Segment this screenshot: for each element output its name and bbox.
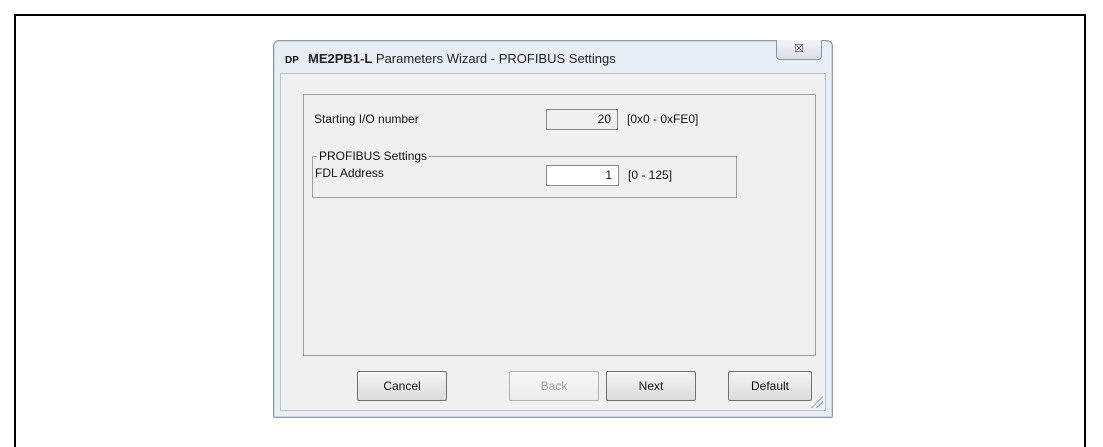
app-icon: DP xyxy=(285,55,299,66)
default-button[interactable]: Default xyxy=(728,371,812,401)
fdl-address-input[interactable]: 1 xyxy=(546,165,619,186)
starting-io-range: [0x0 - 0xFE0] xyxy=(627,112,699,126)
starting-io-label: Starting I/O number xyxy=(314,112,419,126)
window-title: ME2PB1-L Parameters Wizard - PROFIBUS Se… xyxy=(308,51,616,66)
starting-io-field: 20 xyxy=(546,109,618,130)
profibus-settings-group: PROFIBUS Settings FDL Address 1 [0 - 125… xyxy=(312,149,737,198)
close-button[interactable]: ☒ xyxy=(776,40,822,60)
group-title: PROFIBUS Settings xyxy=(317,149,430,163)
close-icon: ☒ xyxy=(794,43,804,55)
resize-grip-icon[interactable] xyxy=(811,396,823,408)
next-button[interactable]: Next xyxy=(606,371,696,401)
wizard-window: DP ME2PB1-L Parameters Wizard - PROFIBUS… xyxy=(273,40,833,418)
client-area: Starting I/O number 20 [0x0 - 0xFE0] PRO… xyxy=(280,73,826,411)
cancel-button[interactable]: Cancel xyxy=(357,371,447,401)
title-model: ME2PB1-L xyxy=(308,51,373,66)
fdl-address-label: FDL Address xyxy=(315,166,384,180)
settings-panel: Starting I/O number 20 [0x0 - 0xFE0] PRO… xyxy=(303,94,816,356)
back-button[interactable]: Back xyxy=(509,371,599,401)
fdl-address-range: [0 - 125] xyxy=(628,168,673,182)
title-text: Parameters Wizard - PROFIBUS Settings xyxy=(372,51,616,66)
